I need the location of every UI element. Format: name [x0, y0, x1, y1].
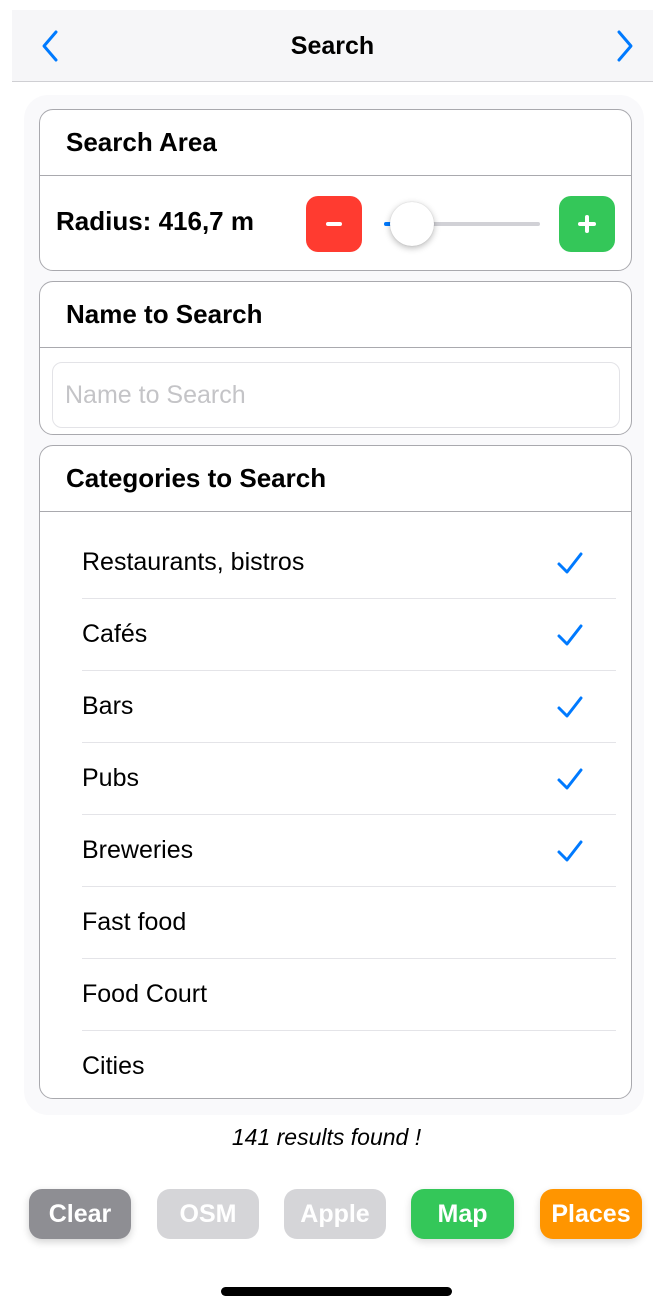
radius-slider[interactable]	[384, 202, 540, 246]
navigation-bar: Search	[12, 10, 653, 82]
category-item[interactable]: Fast food	[82, 887, 616, 959]
radius-row: Radius: 416,7 m	[40, 176, 631, 270]
categories-card: Categories to Search Restaurants, bistro…	[39, 445, 632, 1099]
search-area-header: Search Area	[40, 110, 631, 176]
name-search-header: Name to Search	[40, 282, 631, 348]
category-item[interactable]: Pubs	[82, 743, 616, 815]
increase-radius-button[interactable]	[559, 196, 615, 252]
category-list[interactable]: Restaurants, bistros Cafés Bars Pubs Breweri…	[82, 527, 616, 1098]
name-search-input[interactable]	[52, 362, 620, 428]
category-item[interactable]: Bars	[82, 671, 616, 743]
forward-button[interactable]	[607, 28, 643, 64]
category-item[interactable]: Food Court	[82, 959, 616, 1031]
categories-header: Categories to Search	[40, 446, 631, 512]
apple-button[interactable]: Apple	[284, 1189, 386, 1239]
category-label: Pubs	[82, 764, 139, 792]
category-label: Food Court	[82, 980, 208, 1008]
page-title: Search	[290, 32, 375, 60]
checkmark-icon	[557, 840, 583, 862]
category-label: Bars	[82, 692, 134, 720]
osm-button[interactable]: OSM	[157, 1189, 259, 1239]
plus-icon	[578, 215, 596, 233]
checkmark-icon	[557, 768, 583, 790]
category-item[interactable]: Restaurants, bistros	[82, 527, 616, 599]
category-item[interactable]: Cafés	[82, 599, 616, 671]
home-indicator	[221, 1287, 452, 1296]
search-screen: Search Search Area Radius: 416,7 m Name …	[0, 0, 653, 1306]
decrease-radius-button[interactable]	[306, 196, 362, 252]
category-label: Fast food	[82, 908, 187, 936]
category-label: Cities	[82, 1052, 145, 1080]
checkmark-icon	[557, 552, 583, 574]
radius-label: Radius: 416,7 m	[56, 206, 254, 236]
chevron-right-icon	[617, 30, 633, 62]
category-item[interactable]: Breweries	[82, 815, 616, 887]
minus-icon	[326, 222, 342, 226]
checkmark-icon	[557, 624, 583, 646]
category-label: Restaurants, bistros	[82, 548, 305, 576]
slider-thumb[interactable]	[390, 202, 435, 246]
category-item[interactable]: Cities	[82, 1031, 616, 1098]
map-button[interactable]: Map	[411, 1189, 514, 1239]
clear-button[interactable]: Clear	[29, 1189, 131, 1239]
category-label: Breweries	[82, 836, 194, 864]
checkmark-icon	[557, 696, 583, 718]
results-count: 141 results found !	[231, 1124, 422, 1150]
name-search-card: Name to Search	[39, 281, 632, 435]
search-area-card: Search Area Radius: 416,7 m	[39, 109, 632, 271]
places-button[interactable]: Places	[540, 1189, 642, 1239]
category-label: Cafés	[82, 620, 148, 648]
